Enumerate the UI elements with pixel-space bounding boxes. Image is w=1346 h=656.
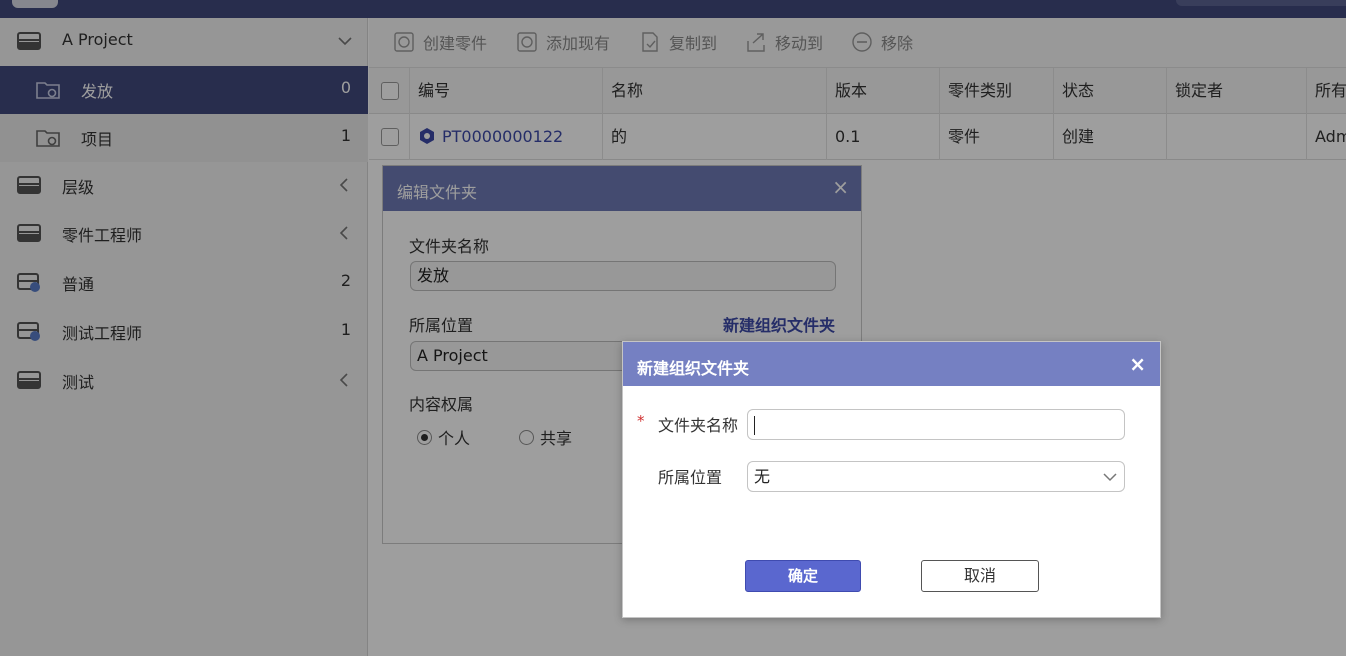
- location-select[interactable]: 无: [747, 461, 1125, 492]
- required-mark: *: [637, 412, 645, 430]
- dialog-title: 新建组织文件夹: [637, 359, 750, 378]
- location-value: 无: [754, 467, 771, 486]
- text-cursor: [754, 416, 755, 435]
- location-label: 所属位置: [658, 468, 723, 487]
- close-icon[interactable]: ×: [1129, 354, 1146, 374]
- dialog-header: 新建组织文件夹 ×: [623, 342, 1160, 386]
- ok-button[interactable]: 确定: [745, 560, 861, 592]
- chevron-down-icon[interactable]: [1102, 470, 1118, 484]
- cancel-button[interactable]: 取消: [921, 560, 1039, 592]
- new-org-folder-dialog: 新建组织文件夹 × * 文件夹名称 所属位置 无 确定 取消: [622, 341, 1161, 618]
- folder-name-label: 文件夹名称: [658, 416, 739, 435]
- folder-name-input[interactable]: [747, 409, 1125, 440]
